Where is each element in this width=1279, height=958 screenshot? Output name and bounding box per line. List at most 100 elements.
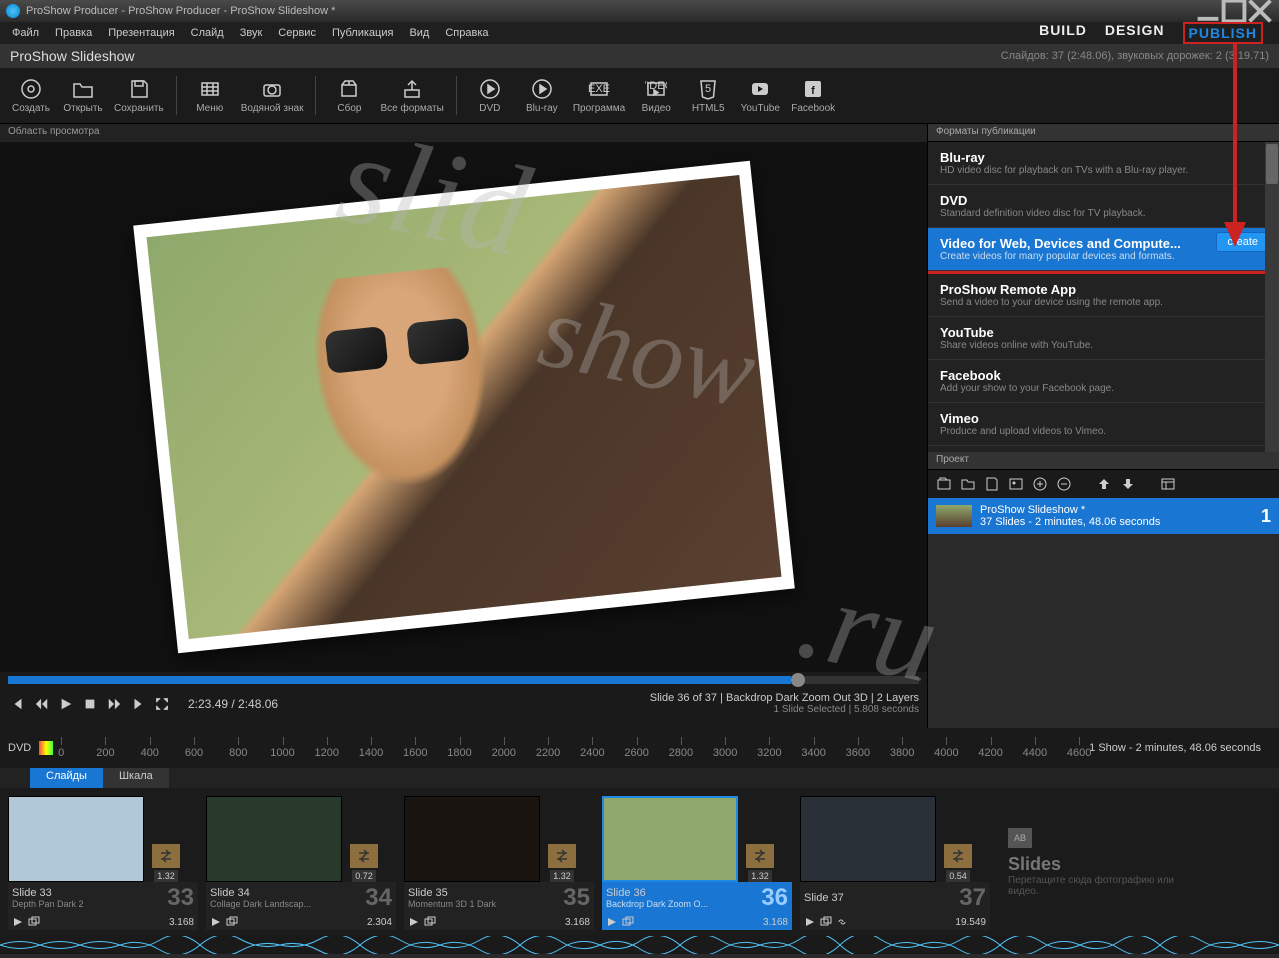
- scrollbar-thumb[interactable]: [1266, 144, 1278, 184]
- play-icon[interactable]: [210, 916, 222, 928]
- close-button[interactable]: [1247, 3, 1273, 19]
- menu-sound[interactable]: Звук: [232, 25, 271, 41]
- toolbar-youtube-button[interactable]: YouTube: [735, 72, 785, 119]
- toolbar-video-button[interactable]: VIDEOВидео: [631, 72, 681, 119]
- rewind-button[interactable]: [32, 694, 52, 714]
- forward-button[interactable]: [104, 694, 124, 714]
- toolbar-export-button[interactable]: Все форматы: [376, 72, 447, 119]
- create-button[interactable]: create: [1216, 232, 1269, 252]
- menu-edit[interactable]: Правка: [47, 25, 100, 41]
- toolbar-save-button[interactable]: Сохранить: [110, 72, 168, 119]
- transition-icon[interactable]: [548, 844, 576, 868]
- slide-duration[interactable]: 3.168: [169, 917, 194, 928]
- proj-up-icon[interactable]: [1096, 476, 1112, 492]
- transition-duration[interactable]: 1.32: [154, 870, 178, 882]
- play-button[interactable]: [56, 694, 76, 714]
- slide-card[interactable]: 1.32Slide 35Momentum 3D 1 Dark353.168: [404, 796, 594, 928]
- format-item[interactable]: FacebookAdd your show to your Facebook p…: [928, 360, 1279, 403]
- slide-duration[interactable]: 3.168: [763, 917, 788, 928]
- toolbar-create-button[interactable]: Создать: [6, 72, 56, 119]
- proj-open-icon[interactable]: [960, 476, 976, 492]
- layers-icon[interactable]: [28, 916, 40, 928]
- transition-duration[interactable]: 0.72: [352, 870, 376, 882]
- mode-build[interactable]: BUILD: [1039, 22, 1087, 44]
- toolbar-watermark-button[interactable]: Водяной знак: [237, 72, 308, 119]
- slide-card[interactable]: 0.54Slide 373719.549: [800, 796, 990, 928]
- menu-publication[interactable]: Публикация: [324, 25, 401, 41]
- play-icon[interactable]: [408, 916, 420, 928]
- proj-save-icon[interactable]: [984, 476, 1000, 492]
- slide-thumbnail[interactable]: [602, 796, 738, 882]
- layers-icon[interactable]: [424, 916, 436, 928]
- first-button[interactable]: [8, 694, 28, 714]
- preview-area[interactable]: [0, 142, 927, 672]
- slide-duration[interactable]: 2.304: [367, 917, 392, 928]
- play-icon[interactable]: [12, 916, 24, 928]
- toolbar-collect-button[interactable]: Сбор: [324, 72, 374, 119]
- toolbar-bluray-button[interactable]: Blu-ray: [517, 72, 567, 119]
- link-icon[interactable]: [836, 916, 848, 928]
- slide-thumbnail[interactable]: [8, 796, 144, 882]
- format-item[interactable]: DVDStandard definition video disc for TV…: [928, 185, 1279, 228]
- transition-icon[interactable]: [350, 844, 378, 868]
- formats-scrollbar[interactable]: [1265, 142, 1279, 452]
- toolbar-facebook-button[interactable]: fFacebook: [787, 72, 839, 119]
- seek-bar[interactable]: [8, 676, 919, 684]
- transition-duration[interactable]: 1.32: [748, 870, 772, 882]
- tab-scale[interactable]: Шкала: [103, 768, 169, 788]
- format-item[interactable]: Blu-rayHD video disc for playback on TVs…: [928, 142, 1279, 185]
- slide-thumbnail[interactable]: [206, 796, 342, 882]
- slide-duration[interactable]: 19.549: [955, 917, 986, 928]
- proj-image-icon[interactable]: [1008, 476, 1024, 492]
- toolbar-html5-button[interactable]: 5HTML5: [683, 72, 733, 119]
- format-item[interactable]: ProShow Remote AppSend a video to your d…: [928, 274, 1279, 317]
- menu-service[interactable]: Сервис: [270, 25, 324, 41]
- mode-design[interactable]: DESIGN: [1105, 22, 1165, 44]
- layers-icon[interactable]: [622, 916, 634, 928]
- menu-view[interactable]: Вид: [401, 25, 437, 41]
- toolbar-open-button[interactable]: Открыть: [58, 72, 108, 119]
- mode-publish[interactable]: PUBLISH: [1183, 22, 1263, 44]
- slide-duration[interactable]: 3.168: [565, 917, 590, 928]
- add-slide-placeholder[interactable]: ABSlidesПеретащите сюда фотографию или в…: [998, 796, 1188, 928]
- proj-detail-icon[interactable]: [1160, 476, 1176, 492]
- menu-help[interactable]: Справка: [437, 25, 496, 41]
- tab-slides[interactable]: Слайды: [30, 768, 103, 788]
- ruler[interactable]: 0200400600800100012001400160018002000220…: [61, 737, 1079, 759]
- menu-presentation[interactable]: Презентация: [100, 25, 182, 41]
- slide-card[interactable]: 1.32Slide 33Depth Pan Dark 2333.168: [8, 796, 198, 928]
- seek-handle[interactable]: [791, 673, 805, 687]
- proj-remove-icon[interactable]: [1056, 476, 1072, 492]
- format-item[interactable]: Video for Web, Devices and Compute...Cre…: [928, 228, 1279, 271]
- audio-waveform[interactable]: [0, 936, 1279, 954]
- proj-down-icon[interactable]: [1120, 476, 1136, 492]
- toolbar-dvd-button[interactable]: DVD: [465, 72, 515, 119]
- play-icon[interactable]: [804, 916, 816, 928]
- toolbar-exe-button[interactable]: EXEПрограмма: [569, 72, 629, 119]
- slide-card[interactable]: 1.32Slide 36Backdrop Dark Zoom O...363.1…: [602, 796, 792, 928]
- menu-slide[interactable]: Слайд: [183, 25, 232, 41]
- layers-icon[interactable]: [226, 916, 238, 928]
- play-icon[interactable]: [606, 916, 618, 928]
- format-item[interactable]: YouTubeShare videos online with YouTube.: [928, 317, 1279, 360]
- maximize-button[interactable]: [1221, 3, 1247, 19]
- proj-new-icon[interactable]: [936, 476, 952, 492]
- toolbar-menu-button[interactable]: Меню: [185, 72, 235, 119]
- minimize-button[interactable]: [1195, 3, 1221, 19]
- fullscreen-button[interactable]: [152, 694, 172, 714]
- proj-add-icon[interactable]: [1032, 476, 1048, 492]
- transition-icon[interactable]: [746, 844, 774, 868]
- transition-icon[interactable]: [944, 844, 972, 868]
- slide-thumbnail[interactable]: [800, 796, 936, 882]
- slides-strip[interactable]: 1.32Slide 33Depth Pan Dark 2333.1680.72S…: [0, 788, 1279, 936]
- project-item[interactable]: ProShow Slideshow * 37 Slides - 2 minute…: [928, 498, 1279, 534]
- transition-icon[interactable]: [152, 844, 180, 868]
- layers-icon[interactable]: [820, 916, 832, 928]
- slide-card[interactable]: 0.72Slide 34Collage Dark Landscap...342.…: [206, 796, 396, 928]
- menu-file[interactable]: Файл: [4, 25, 47, 41]
- transition-duration[interactable]: 0.54: [946, 870, 970, 882]
- slide-thumbnail[interactable]: [404, 796, 540, 882]
- format-item[interactable]: VimeoProduce and upload videos to Vimeo.: [928, 403, 1279, 446]
- stop-button[interactable]: [80, 694, 100, 714]
- transition-duration[interactable]: 1.32: [550, 870, 574, 882]
